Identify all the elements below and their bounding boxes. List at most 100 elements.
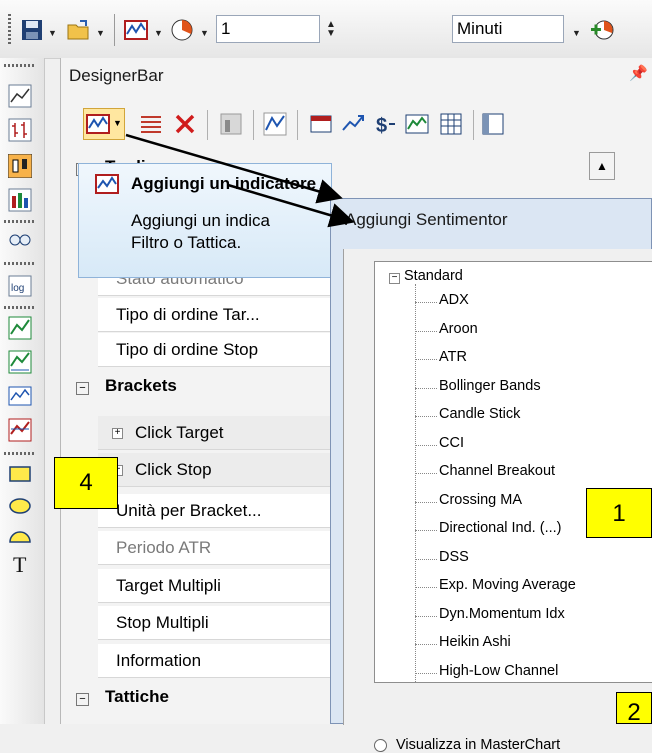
delete-icon[interactable] [173,112,197,136]
property-row[interactable]: Unità per Bracket... [98,494,338,528]
property-row-expandable[interactable]: +Click Stop [98,453,338,487]
tree-branch-line [415,473,437,474]
tree-branch-line [415,587,437,588]
tree-item[interactable]: Channel Breakout [439,463,555,479]
tree-branch-line [415,501,437,503]
property-row[interactable]: Tipo di ordine Stop [98,333,338,367]
strip-separator [4,220,34,223]
list-properties-icon[interactable] [139,112,163,136]
dialog-body: − Standard ADX Aroon ATR Bollinger Bands Cand… [343,249,652,753]
ellipse-tool-icon[interactable] [8,494,32,518]
strip-separator [4,262,34,265]
add-indicator-button[interactable]: ▼ [83,108,125,140]
tree-item[interactable]: High-Low Channel [439,663,558,679]
arc-tool-icon[interactable] [8,524,32,548]
panel-separator [207,110,208,140]
property-row[interactable]: Target Multipli [98,569,338,603]
chart-dropdown-arrow[interactable]: ▼ [154,28,163,38]
money-icon[interactable]: $ [373,112,397,136]
add-timeframe-icon[interactable] [590,18,614,42]
pin-icon[interactable]: 📌 [629,64,648,82]
strip-separator [4,452,34,455]
add-indicator-tooltip: Aggiungi un indicatore Aggiungi un indic… [78,163,332,278]
rectangle-tool-icon[interactable] [8,462,32,486]
tree-item[interactable]: Directional Ind. (...) [439,520,562,536]
table-icon[interactable] [439,112,463,136]
period-stepper[interactable]: ▲ ▼ [326,20,336,39]
tree-item[interactable]: Heikin Ashi [439,634,511,650]
period-number-field[interactable]: 1 [216,15,320,43]
tree-branch-line [415,558,437,560]
timeframe-dropdown-arrow[interactable]: ▼ [200,28,209,38]
tooltip-title: Aggiungi un indicatore [131,174,317,193]
sentimentor-icon[interactable] [263,112,287,136]
tree-branch-line [415,330,437,332]
save-icon[interactable] [20,18,44,42]
add-indicator-button-icon [86,114,110,134]
tree-item[interactable]: Bollinger Bands [439,378,541,394]
svg-text:log: log [11,283,24,294]
tree-item[interactable]: Crossing MA [439,492,522,508]
strip-grip[interactable] [4,64,34,67]
chart-window-icon[interactable] [405,112,429,136]
candlestick-chart-icon[interactable] [8,154,32,178]
unit-dropdown-arrow[interactable]: ▼ [572,28,581,38]
sentimentor-tree[interactable]: − Standard ADX Aroon ATR Bollinger Bands Cand… [374,261,652,683]
timeframe-unit-select[interactable]: Minuti [452,15,564,43]
save-dropdown-arrow[interactable]: ▼ [48,28,57,38]
open-dropdown-arrow[interactable]: ▼ [96,28,105,38]
property-row[interactable]: Information [98,644,338,678]
indicator-panel-icon[interactable] [8,316,32,340]
add-indicator-icon [95,174,119,194]
tree-root-standard[interactable]: − Standard [389,268,463,284]
add-sentimentor-dialog: Aggiungi Sentimentor − Standard ADX Aroon A… [330,198,652,753]
text-tool-icon[interactable]: T [8,550,32,574]
property-row[interactable]: Tipo di ordine Tar... [98,298,338,332]
tree-item[interactable]: Dyn.Momentum Idx [439,606,565,622]
tree-guide-line [415,284,416,682]
timeframe-clock-icon[interactable] [170,18,194,42]
tree-item[interactable]: CCI [439,435,464,451]
callout-2: 2 [616,692,652,726]
svg-text:$: $ [376,115,387,136]
chart-indicator-icon[interactable] [124,18,148,42]
callout-1: 1 [586,488,652,538]
layout-icon[interactable] [481,112,505,136]
tree-item[interactable]: ATR [439,349,467,365]
add-indicator-icon[interactable] [8,384,32,408]
strip-separator [4,306,34,309]
compare-icon[interactable] [8,228,32,252]
masterchart-radio[interactable] [374,739,387,752]
trend-icon[interactable] [341,112,365,136]
line-chart-icon[interactable] [8,84,32,108]
tree-item[interactable]: ADX [439,292,469,308]
toolbar-separator [114,14,115,46]
panel-separator [473,110,474,140]
tree-item[interactable]: Candle Stick [439,406,520,422]
open-folder-icon[interactable] [66,18,90,42]
tree-branch-line [415,359,437,360]
volume-chart-icon[interactable] [8,188,32,212]
tree-item[interactable]: DSS [439,549,469,565]
bar-chart-icon[interactable] [8,118,32,142]
property-row-expandable[interactable]: + Click Target [98,416,338,450]
property-row[interactable]: Stop Multipli [98,606,338,640]
log-scale-icon[interactable]: log [8,274,32,298]
main-toolbar: ▼ ▼ ▼ ▼ 1 ▲ ▼ Minuti ▼ [0,0,652,59]
tree-item[interactable]: Aroon [439,321,478,337]
tree-branch-line [415,444,437,446]
grid-scroll-up[interactable]: ▲ [589,152,615,180]
order-entry-icon[interactable] [309,112,333,136]
category-tactics[interactable]: − Tattiche [76,680,336,714]
category-brackets[interactable]: − Brackets [76,369,336,403]
strategy-icon[interactable] [8,418,32,442]
property-row[interactable]: Periodo ATR [98,531,338,565]
tree-branch-line [415,672,437,674]
masterchart-radio-label: Visualizza in MasterChart [396,737,561,753]
toolbar-grip[interactable] [8,14,11,46]
tree-item[interactable]: Exp. Moving Average [439,577,576,593]
indicator-overlay-icon[interactable] [8,350,32,374]
lock-chart-icon[interactable] [219,112,243,136]
tree-branch-line [415,416,437,417]
add-indicator-dropdown-arrow[interactable]: ▼ [113,118,122,128]
